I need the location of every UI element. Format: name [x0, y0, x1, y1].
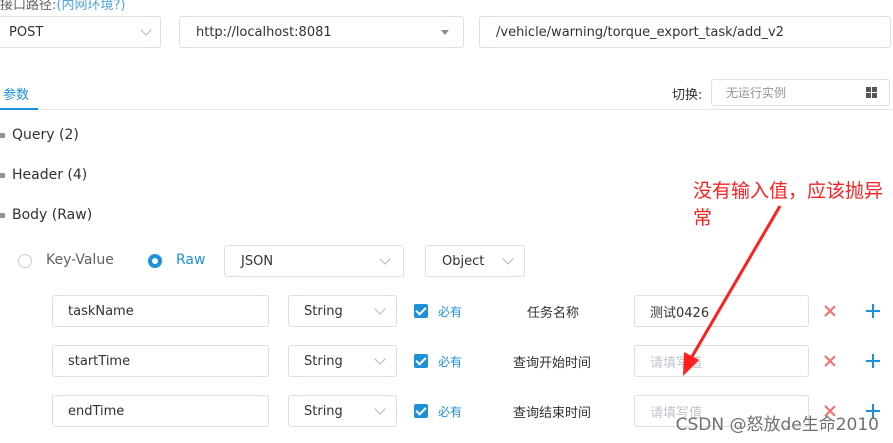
arrow-line [688, 205, 782, 361]
annotation-arrow [683, 205, 782, 376]
watermark: CSDN @怒放de生命2010 [675, 415, 879, 435]
